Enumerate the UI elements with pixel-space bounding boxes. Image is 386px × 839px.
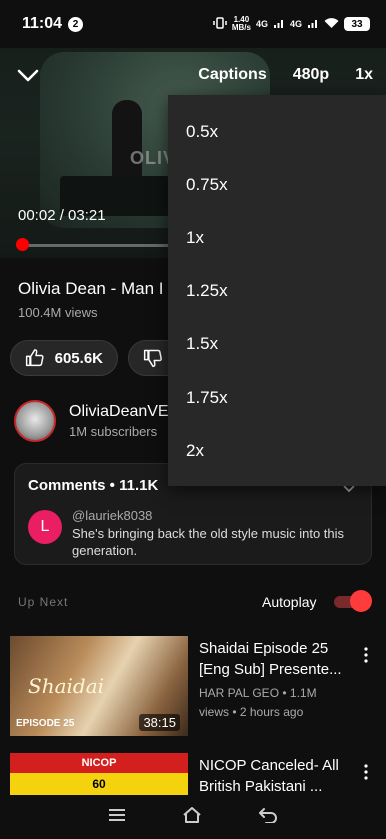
speed-option-0.75x[interactable]: 0.75x	[168, 158, 386, 211]
video-title[interactable]: Olivia Dean - Man I	[18, 279, 164, 299]
playback-time: 00:02 / 03:21	[18, 207, 106, 224]
captions-button[interactable]: Captions	[185, 62, 279, 88]
vibrate-icon	[213, 17, 227, 31]
up-next-title[interactable]: Shaidai Episode 25 [Eng Sub] Presente...	[199, 638, 349, 680]
like-button[interactable]: 605.6K	[10, 340, 118, 376]
up-next-meta: HAR PAL GEO • 1.1M views • 2 hours ago	[199, 684, 349, 722]
more-options-icon[interactable]	[358, 644, 374, 666]
collapse-player-button[interactable]	[16, 64, 40, 88]
net-speed-unit: MB/s	[231, 23, 251, 32]
signal-4g-1: 4G	[255, 19, 268, 29]
status-time: 11:04	[22, 15, 63, 32]
quality-button[interactable]: 480p	[280, 62, 342, 88]
commenter-username: @lauriek8038	[72, 508, 153, 523]
up-next-title[interactable]: NICOP Canceled- All British Pakistani ..…	[199, 755, 349, 797]
video-thumbnail[interactable]: Shaidai EPISODE 25 38:15	[10, 636, 188, 736]
up-next-item[interactable]: Shaidai EPISODE 25 38:15 Shaidai Episode…	[10, 636, 386, 736]
speed-option-1.5x[interactable]: 1.5x	[168, 318, 386, 371]
thumbnail-episode-label: EPISODE 25	[16, 718, 75, 729]
up-next-views-time: views • 2 hours ago	[199, 705, 304, 719]
channel-name[interactable]: OliviaDeanVEV	[69, 403, 179, 421]
chevron-down-icon	[17, 69, 39, 82]
playback-speed-menu: 0.5x 0.75x 1x 1.25x 1.5x 1.75x 2x	[168, 95, 386, 486]
recents-icon[interactable]	[108, 808, 126, 827]
status-bar: 11:04 2 1.40 MB/s 4G 4G 33	[0, 0, 386, 48]
video-duration: 38:15	[139, 714, 180, 731]
video-views: 100.4M views	[18, 305, 98, 320]
speed-button[interactable]: 1x	[342, 62, 386, 88]
speed-option-0.5x[interactable]: 0.5x	[168, 105, 386, 158]
channel-info: OliviaDeanVEV 1M subscribers	[69, 403, 179, 439]
like-count: 605.6K	[54, 349, 103, 367]
home-icon[interactable]	[182, 806, 202, 829]
back-icon[interactable]	[258, 807, 278, 828]
thumbs-up-icon	[25, 349, 44, 367]
thumbnail-script-title: Shaidai	[28, 674, 105, 698]
toggle-knob	[350, 590, 372, 612]
thumbnail-banner-top: NICOP	[81, 757, 117, 769]
thumbnail-banner-mid: 60	[92, 777, 106, 791]
comments-header: Comments • 11.1K	[28, 477, 159, 494]
more-options-icon[interactable]	[358, 761, 374, 783]
comment-text: She's bringing back the old style music …	[72, 526, 345, 558]
player-top-controls: Captions 480p 1x	[185, 62, 386, 88]
progress-scrubber[interactable]	[16, 238, 29, 251]
autoplay-label: Autoplay	[262, 594, 317, 610]
thumbs-down-icon	[143, 349, 162, 368]
commenter-avatar: L	[28, 510, 62, 544]
signal-bars-icon	[273, 18, 285, 31]
system-nav-bar	[0, 795, 386, 839]
battery-indicator: 33	[344, 17, 370, 31]
channel-avatar[interactable]	[14, 400, 56, 442]
speed-option-1.75x[interactable]: 1.75x	[168, 371, 386, 424]
up-next-channel: HAR PAL GEO • 1.1M	[199, 686, 317, 700]
status-indicators: 1.40 MB/s 4G 4G 33	[213, 16, 370, 32]
speed-option-2x[interactable]: 2x	[168, 424, 386, 477]
signal-4g-2: 4G	[289, 19, 302, 29]
up-next-label: Up Next	[18, 595, 69, 609]
notification-count-badge: 2	[68, 16, 84, 32]
speed-option-1.25x[interactable]: 1.25x	[168, 265, 386, 318]
network-speed: 1.40 MB/s	[232, 16, 251, 32]
wifi-icon	[324, 17, 339, 31]
channel-subscribers: 1M subscribers	[69, 424, 158, 439]
autoplay-toggle[interactable]	[334, 590, 372, 612]
speed-option-1x[interactable]: 1x	[168, 211, 386, 264]
signal-bars-icon-2	[307, 18, 319, 31]
